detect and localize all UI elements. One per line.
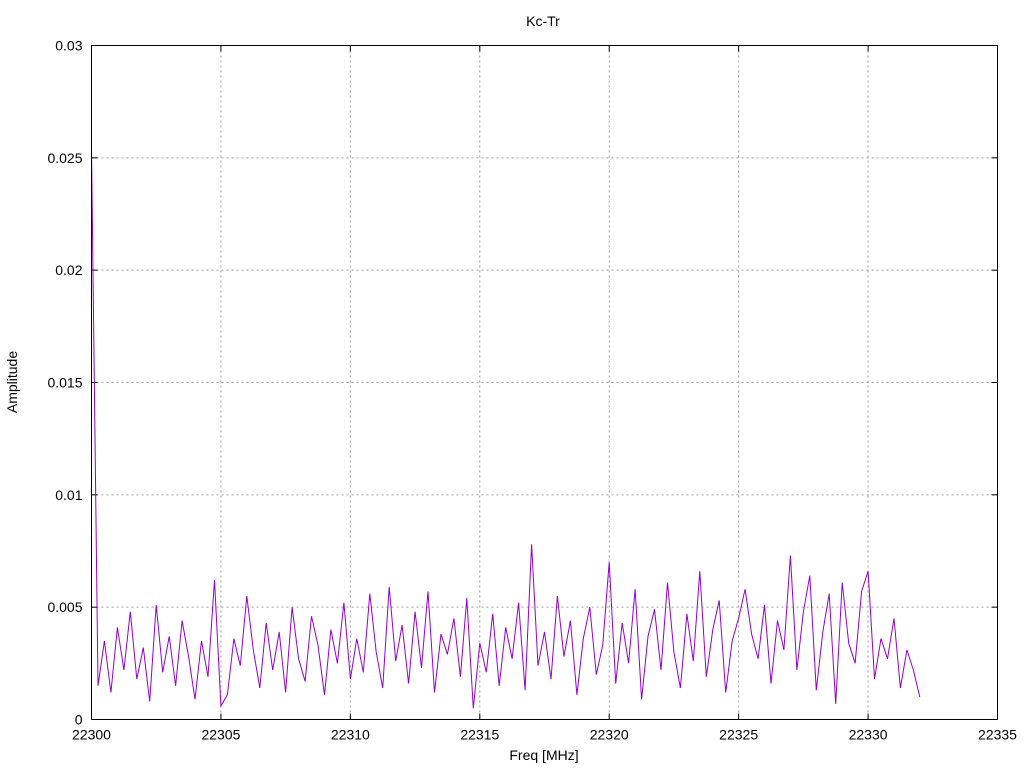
- x-axis-label: Freq [MHz]: [509, 747, 578, 763]
- chart-title: Kc-Tr: [526, 13, 560, 29]
- x-tick-label: 22330: [849, 727, 888, 743]
- y-tick-label: 0.025: [47, 150, 82, 166]
- y-tick-label: 0.01: [55, 487, 82, 503]
- y-tick-label: 0: [75, 712, 83, 728]
- chart: Kc-Tr Freq [MHz] Amplitude 2230022305223…: [0, 0, 1024, 768]
- y-tick-label: 0.015: [47, 375, 82, 391]
- y-tick-labels: 0 0.005 0.01 0.015 0.02 0.025 0.03: [47, 38, 82, 728]
- x-tick-labels: 22300 22305 22310 22315 22320 22325 22330 22335: [72, 727, 1017, 743]
- grid: [92, 46, 998, 720]
- x-tick-label: 22335: [978, 727, 1017, 743]
- series-group: [91, 149, 919, 709]
- series-line: [92, 149, 920, 709]
- y-axis-label: Amplitude: [4, 351, 20, 413]
- x-tick-label: 22300: [72, 727, 111, 743]
- x-tick-label: 22325: [719, 727, 758, 743]
- y-tick-label: 0.03: [55, 38, 82, 54]
- x-tick-label: 22310: [331, 727, 370, 743]
- x-tick-label: 22320: [590, 727, 629, 743]
- x-tick-label: 22305: [201, 727, 240, 743]
- y-tick-label: 0.005: [47, 599, 82, 615]
- x-tick-label: 22315: [460, 727, 499, 743]
- y-tick-label: 0.02: [55, 262, 82, 278]
